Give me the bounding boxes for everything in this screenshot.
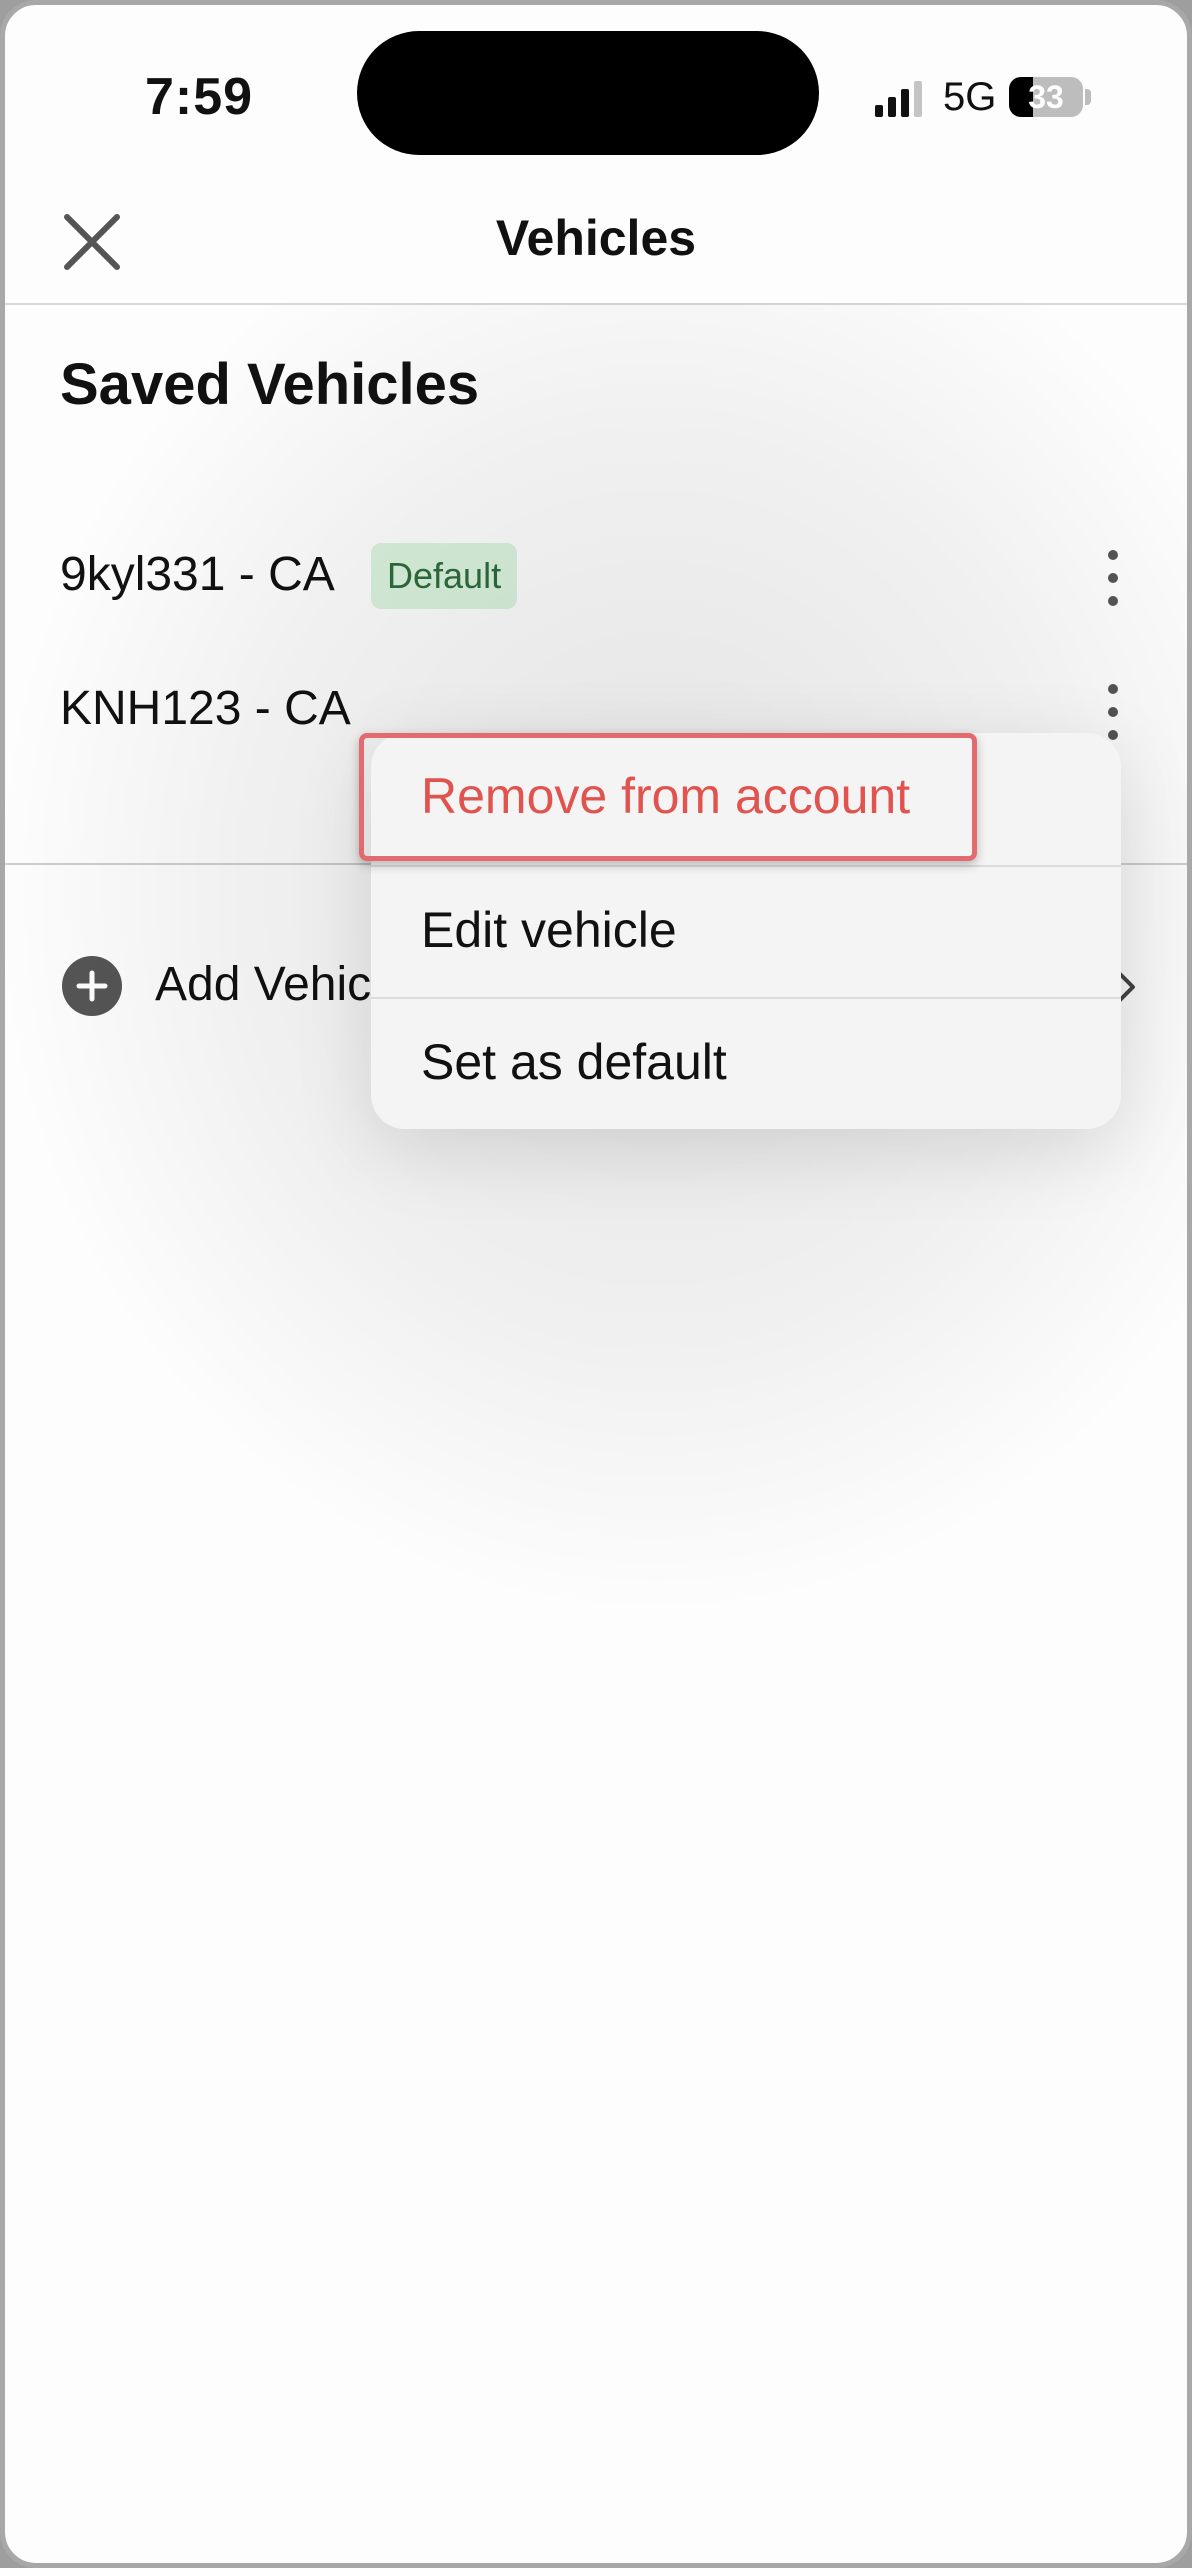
more-options-icon[interactable] [1091, 545, 1135, 611]
vehicle-row[interactable]: 9kyl331 - CA Default [5, 523, 1187, 633]
section-title: Saved Vehicles [60, 352, 480, 417]
menu-item-remove[interactable]: Remove from account [371, 733, 1121, 865]
vehicle-context-menu: Remove from account Edit vehicle Set as … [371, 733, 1121, 1129]
phone-screen: 7:59 5G 33 Vehicles Saved Vehicles 9kyl3… [0, 0, 1192, 2568]
add-vehicle-label: Add Vehic [155, 958, 372, 1011]
menu-item-edit[interactable]: Edit vehicle [371, 865, 1121, 997]
battery-cap [1085, 89, 1091, 105]
menu-item-label: Edit vehicle [421, 902, 677, 958]
vehicle-plate: 9kyl331 - CA [60, 548, 335, 601]
page-title: Vehicles [495, 210, 697, 266]
menu-item-label: Set as default [421, 1034, 727, 1090]
vehicle-plate: KNH123 - CA [60, 682, 351, 735]
nav-bar: Vehicles [5, 185, 1187, 305]
default-badge: Default [371, 543, 518, 609]
network-type: 5G [943, 75, 997, 119]
cellular-signal-icon [875, 81, 922, 117]
status-bar: 7:59 5G 33 [5, 5, 1187, 185]
battery-percent: 33 [1028, 79, 1064, 115]
plus-circle-icon [62, 956, 122, 1016]
dynamic-island [357, 31, 819, 155]
menu-item-label: Remove from account [421, 768, 911, 824]
battery-icon: 33 [1009, 77, 1083, 117]
menu-item-set-default[interactable]: Set as default [371, 997, 1121, 1129]
status-time: 7:59 [145, 68, 254, 126]
